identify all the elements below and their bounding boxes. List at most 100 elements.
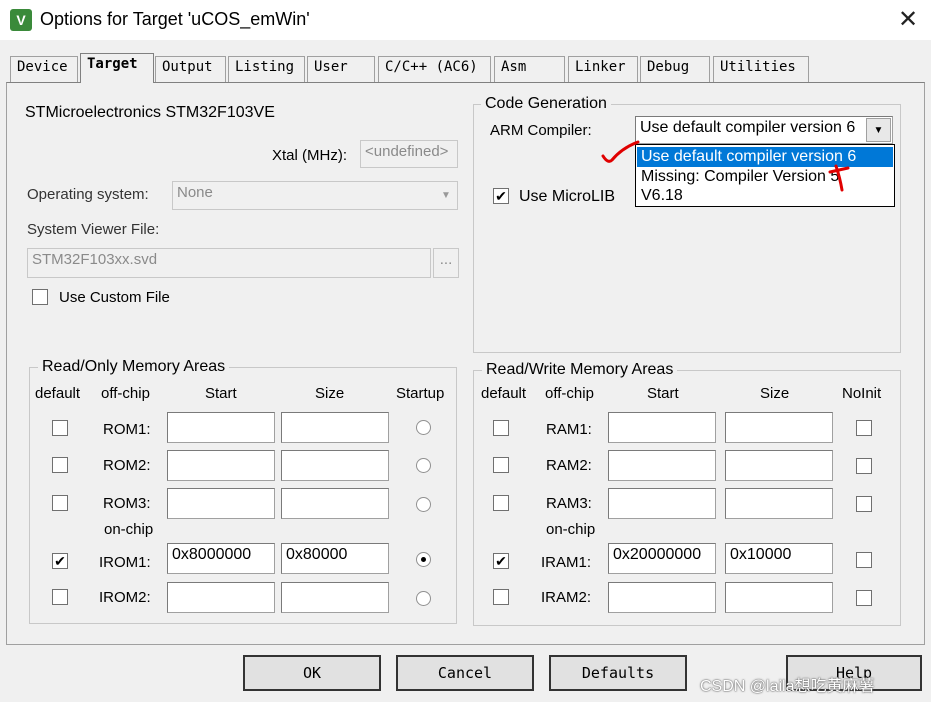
xtal-field[interactable]: <undefined> <box>360 140 458 168</box>
ro-memory-title: Read/Only Memory Areas <box>38 358 230 376</box>
ram3-label: RAM3: <box>546 495 592 512</box>
rom3-startup-radio[interactable] <box>416 497 431 512</box>
rom2-startup-radio[interactable] <box>416 458 431 473</box>
dropdown-option-default-v6[interactable]: Use default compiler version 6 <box>637 147 893 167</box>
microlib-checkbox[interactable]: ✔ <box>493 188 509 204</box>
rom2-start-input[interactable] <box>167 450 275 481</box>
svd-browse-button[interactable]: ... <box>433 248 459 278</box>
ram3-start-input[interactable] <box>608 488 716 519</box>
rom3-label: ROM3: <box>103 495 151 512</box>
cancel-button[interactable]: Cancel <box>396 655 534 691</box>
chevron-down-icon: ▼ <box>441 190 451 201</box>
ro-onchip-label: on-chip <box>104 521 154 538</box>
iram1-noinit-checkbox[interactable] <box>856 552 872 568</box>
irom2-start-input[interactable] <box>167 582 275 613</box>
iram1-size-input[interactable]: 0x10000 <box>725 543 833 574</box>
arm-compiler-dropdown: Use default compiler version 6 Missing: … <box>635 144 895 207</box>
arm-compiler-select[interactable]: Use default compiler version 6 <box>635 116 893 144</box>
rw-header-default: default <box>481 385 527 402</box>
rw-onchip-label: on-chip <box>546 521 596 538</box>
ram2-default-checkbox[interactable] <box>493 457 509 473</box>
rom2-size-input[interactable] <box>281 450 389 481</box>
arm-compiler-value: Use default compiler version 6 <box>640 119 856 136</box>
tab-cc-ac6[interactable]: C/C++ (AC6) <box>378 56 491 82</box>
tab-device[interactable]: Device <box>10 56 78 82</box>
code-generation-title: Code Generation <box>481 95 611 113</box>
ram1-size-input[interactable] <box>725 412 833 443</box>
iram2-default-checkbox[interactable] <box>493 589 509 605</box>
iram2-noinit-checkbox[interactable] <box>856 590 872 606</box>
iram1-default-checkbox[interactable]: ✔ <box>493 553 509 569</box>
irom2-default-checkbox[interactable] <box>52 589 68 605</box>
ram1-label: RAM1: <box>546 421 592 438</box>
rw-header-start: Start <box>647 385 679 402</box>
rw-memory-title: Read/Write Memory Areas <box>482 361 678 379</box>
ram3-noinit-checkbox[interactable] <box>856 496 872 512</box>
ram2-label: RAM2: <box>546 457 592 474</box>
ram1-start-input[interactable] <box>608 412 716 443</box>
rom3-size-input[interactable] <box>281 488 389 519</box>
ram2-size-input[interactable] <box>725 450 833 481</box>
rw-header-offchip: off-chip <box>545 385 594 402</box>
rom1-startup-radio[interactable] <box>416 420 431 435</box>
tab-target[interactable]: Target <box>80 53 154 83</box>
irom1-label: IROM1: <box>99 554 151 571</box>
ram2-noinit-checkbox[interactable] <box>856 458 872 474</box>
svd-label: System Viewer File: <box>27 221 160 238</box>
irom1-start-input[interactable]: 0x8000000 <box>167 543 275 574</box>
device-name: STMicroelectronics STM32F103VE <box>25 104 275 121</box>
tab-output[interactable]: Output <box>155 56 226 82</box>
xtal-label: Xtal (MHz): <box>272 147 347 164</box>
rom1-start-input[interactable] <box>167 412 275 443</box>
rw-header-noinit: NoInit <box>842 385 882 402</box>
svd-field[interactable]: STM32F103xx.svd <box>27 248 431 278</box>
rom1-label: ROM1: <box>103 421 151 438</box>
irom1-size-input[interactable]: 0x80000 <box>281 543 389 574</box>
custom-file-checkbox[interactable] <box>32 289 48 305</box>
rom3-default-checkbox[interactable] <box>52 495 68 511</box>
ro-header-size: Size <box>315 385 345 402</box>
iram2-size-input[interactable] <box>725 582 833 613</box>
irom2-startup-radio[interactable] <box>416 591 431 606</box>
dropdown-option-v618[interactable]: V6.18 <box>637 186 893 206</box>
tab-linker[interactable]: Linker <box>568 56 638 82</box>
ram1-noinit-checkbox[interactable] <box>856 420 872 436</box>
rom1-default-checkbox[interactable] <box>52 420 68 436</box>
tab-asm[interactable]: Asm <box>494 56 565 82</box>
iram1-label: IRAM1: <box>541 554 592 571</box>
iram2-start-input[interactable] <box>608 582 716 613</box>
keil-app-icon: V <box>10 9 32 31</box>
close-icon[interactable]: ✕ <box>890 4 926 36</box>
rom2-label: ROM2: <box>103 457 151 474</box>
tab-listing[interactable]: Listing <box>228 56 305 82</box>
ram1-default-checkbox[interactable] <box>493 420 509 436</box>
irom2-size-input[interactable] <box>281 582 389 613</box>
microlib-label: Use MicroLIB <box>519 188 616 205</box>
defaults-button[interactable]: Defaults <box>549 655 687 691</box>
iram2-label: IRAM2: <box>541 589 592 606</box>
tab-debug[interactable]: Debug <box>640 56 710 82</box>
rom1-size-input[interactable] <box>281 412 389 443</box>
irom1-startup-radio[interactable] <box>416 552 431 567</box>
os-value: None <box>177 184 213 201</box>
red-cross-annotation <box>828 164 850 192</box>
ro-header-startup: Startup <box>396 385 445 402</box>
watermark: CSDN @laila想吃黄麻薯 <box>700 678 875 695</box>
custom-file-label: Use Custom File <box>59 289 170 306</box>
irom2-label: IROM2: <box>99 589 151 606</box>
rom2-default-checkbox[interactable] <box>52 457 68 473</box>
ram3-default-checkbox[interactable] <box>493 495 509 511</box>
ram3-size-input[interactable] <box>725 488 833 519</box>
ro-header-offchip: off-chip <box>101 385 150 402</box>
tab-utilities[interactable]: Utilities <box>713 56 809 82</box>
title-bar: V Options for Target 'uCOS_emWin' ✕ <box>0 0 931 40</box>
chevron-down-icon[interactable]: ▼ <box>866 118 891 142</box>
irom1-default-checkbox[interactable]: ✔ <box>52 553 68 569</box>
tab-user[interactable]: User <box>307 56 375 82</box>
rom3-start-input[interactable] <box>167 488 275 519</box>
ok-button[interactable]: OK <box>243 655 381 691</box>
iram1-start-input[interactable]: 0x20000000 <box>608 543 716 574</box>
os-select[interactable]: None <box>172 181 458 210</box>
dropdown-option-missing-v5[interactable]: Missing: Compiler Version 5 <box>637 167 893 187</box>
ram2-start-input[interactable] <box>608 450 716 481</box>
